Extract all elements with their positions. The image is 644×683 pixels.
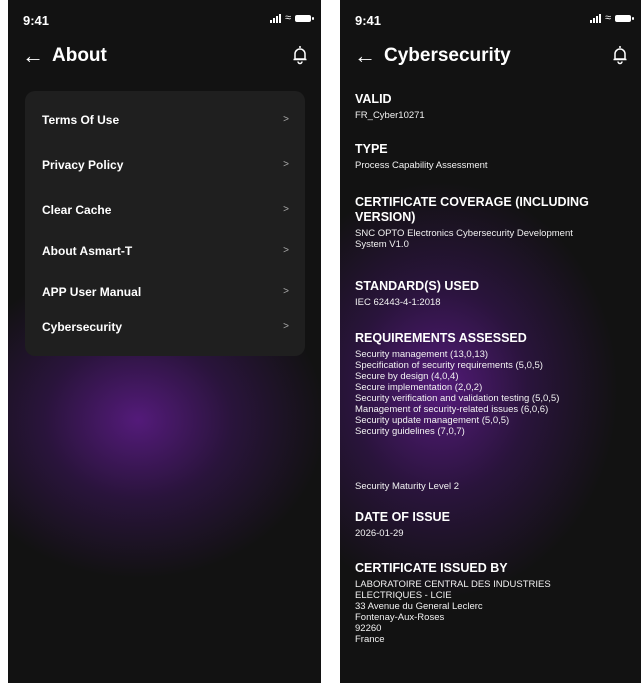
list-item: Security update management (5,0,5) (355, 415, 510, 426)
menu-item-label: Clear Cache (42, 203, 112, 217)
menu-item-about-asmart-t[interactable]: About Asmart-T > (25, 236, 305, 266)
issuer-address: LABORATOIRE CENTRAL DES INDUSTRIES ELECT… (355, 579, 551, 645)
wifi-icon: ≈ (284, 12, 291, 24)
list-item: Security guidelines (7,0,7) (355, 426, 465, 437)
status-icons: ≈ (589, 12, 634, 24)
back-arrow-icon[interactable]: ← (354, 42, 376, 70)
status-time: 9:41 (355, 13, 382, 28)
section-title: REQUIREMENTS ASSESSED (355, 331, 527, 345)
section-requirements: REQUIREMENTS ASSESSED Security managemen… (355, 331, 635, 437)
menu-item-label: Cybersecurity (42, 320, 123, 334)
section-title: CERTIFICATE ISSUED BY (355, 561, 508, 575)
section-maturity: Security Maturity Level 2 (355, 478, 635, 492)
section-date: DATE OF ISSUE 2026-01-29 (355, 510, 635, 539)
status-time: 9:41 (23, 13, 50, 28)
standard-used: IEC 62443-4-1:2018 (355, 297, 441, 308)
menu-item-app-user-manual[interactable]: APP User Manual > (25, 277, 305, 307)
status-bar: 9:41 ≈ (340, 0, 641, 40)
menu-item-clear-cache[interactable]: Clear Cache > (25, 195, 305, 225)
menu-item-label: APP User Manual (42, 285, 142, 299)
section-title: VALID (355, 92, 392, 106)
issue-date: 2026-01-29 (355, 528, 404, 539)
list-item: Secure implementation (2,0,2) (355, 382, 483, 393)
section-standards: STANDARD(S) USED IEC 62443-4-1:2018 (355, 279, 635, 308)
status-icons: ≈ (269, 12, 314, 24)
menu-item-label: Privacy Policy (42, 158, 124, 172)
back-arrow-icon[interactable]: ← (22, 42, 44, 70)
certificate-coverage: SNC OPTO Electronics Cybersecurity Devel… (355, 228, 573, 250)
section-issuer: CERTIFICATE ISSUED BY LABORATOIRE CENTRA… (355, 561, 635, 645)
page-header: ← Cybersecurity (340, 40, 641, 76)
list-item: Security management (13,0,13) (355, 349, 489, 360)
menu-item-terms-of-use[interactable]: Terms Of Use > (25, 105, 305, 135)
chevron-right-icon: > (283, 159, 289, 170)
battery-icon (615, 14, 634, 22)
list-item: Secure by design (4,0,4) (355, 371, 459, 382)
chevron-right-icon: > (283, 245, 289, 256)
requirements-list: Security management (13,0,13) Specificat… (355, 349, 635, 437)
bell-icon[interactable] (611, 44, 629, 66)
page-title: About (52, 45, 107, 66)
cybersecurity-screen: 9:41 ≈ ← Cybersecurity VALID FR_Cyber102… (340, 0, 641, 683)
bell-icon[interactable] (291, 44, 309, 66)
chevron-right-icon: > (283, 286, 289, 297)
menu-item-privacy-policy[interactable]: Privacy Policy > (25, 150, 305, 180)
list-item: Management of security-related issues (6… (355, 404, 549, 415)
page-header: ← About (8, 40, 321, 76)
about-screen: 9:41 ≈ ← About Terms Of Use > Privacy Po… (8, 0, 321, 683)
section-title: STANDARD(S) USED (355, 279, 480, 293)
section-valid: VALID FR_Cyber10271 (355, 92, 635, 121)
wifi-icon: ≈ (604, 12, 611, 24)
section-title: TYPE (355, 142, 388, 156)
menu-item-label: Terms Of Use (42, 113, 120, 127)
menu-item-cybersecurity[interactable]: Cybersecurity > (25, 312, 305, 342)
list-item: Specification of security requirements (… (355, 360, 543, 371)
section-title: DATE OF ISSUE (355, 510, 450, 524)
maturity-level: Security Maturity Level 2 (355, 481, 460, 492)
section-coverage: CERTIFICATE COVERAGE (INCLUDING VERSION)… (355, 195, 635, 250)
chevron-right-icon: > (283, 204, 289, 215)
section-title: CERTIFICATE COVERAGE (INCLUDING VERSION) (355, 195, 589, 224)
list-item: Security verification and validation tes… (355, 393, 560, 404)
signal-icon (269, 13, 281, 23)
battery-icon (295, 14, 314, 22)
chevron-right-icon: > (283, 114, 289, 125)
chevron-right-icon: > (283, 321, 289, 332)
certificate-id: FR_Cyber10271 (355, 110, 425, 121)
page-title: Cybersecurity (384, 45, 511, 66)
menu-item-label: About Asmart-T (42, 244, 133, 258)
settings-menu: Terms Of Use > Privacy Policy > Clear Ca… (25, 91, 305, 356)
section-type: TYPE Process Capability Assessment (355, 142, 635, 171)
signal-icon (589, 13, 601, 23)
status-bar: 9:41 ≈ (8, 0, 321, 40)
certificate-type: Process Capability Assessment (355, 160, 488, 171)
